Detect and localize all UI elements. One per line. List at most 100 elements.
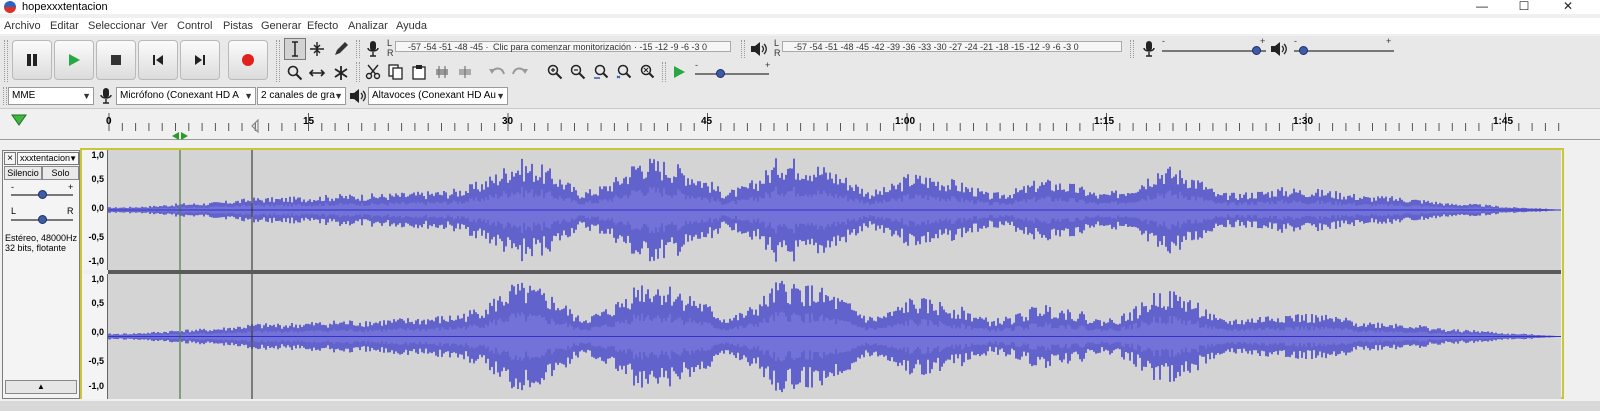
paste-button[interactable] — [408, 61, 430, 83]
record-meter-prompt[interactable]: Clic para comenzar monitorización — [493, 42, 631, 52]
zoom-selection-icon — [594, 64, 609, 79]
timeline-label-0: 0 — [106, 116, 112, 127]
record-meter-left-label: L — [387, 38, 393, 48]
silence-button[interactable] — [454, 61, 476, 83]
pan-slider[interactable] — [11, 214, 73, 226]
cut-button[interactable] — [362, 61, 384, 83]
slider-thumb[interactable] — [716, 69, 725, 78]
record-meter-scale-right: · -15 -12 -9 -6 -3 0 — [634, 42, 708, 52]
track-close-button[interactable]: × — [4, 152, 16, 165]
pencil-icon — [335, 42, 348, 55]
slider-thumb[interactable] — [38, 190, 47, 199]
playback-device-select[interactable]: Altavoces (Conexant HD Au ▼ — [368, 87, 508, 105]
speaker-icon — [751, 42, 767, 56]
skip-start-icon — [153, 55, 163, 65]
amp-label-neg-1: -1,0 — [88, 381, 104, 391]
minimize-button[interactable]: — — [1462, 0, 1502, 14]
solo-button[interactable]: Solo — [42, 166, 79, 180]
record-meter-right-label: R — [387, 48, 394, 58]
menu-efecto[interactable]: Efecto — [307, 20, 338, 32]
fit-selection-button[interactable] — [590, 61, 612, 83]
stop-button[interactable] — [96, 40, 136, 80]
slider-thumb[interactable] — [38, 215, 47, 224]
menu-analizar[interactable]: Analizar — [348, 20, 388, 32]
amplitude-ruler-left-channel[interactable]: 1,0 0,5 0,0 -0,5 -1,0 — [82, 150, 108, 270]
transport-toolbar-grip[interactable] — [4, 40, 8, 82]
waveform-right — [108, 274, 1561, 399]
slider-thumb[interactable] — [1299, 46, 1308, 55]
fit-project-button[interactable] — [613, 61, 635, 83]
gain-slider[interactable] — [11, 189, 73, 201]
time-shift-tool[interactable] — [306, 62, 328, 84]
menu-editar[interactable]: Editar — [50, 20, 79, 32]
envelope-tool[interactable] — [306, 38, 328, 60]
zoom-in-button[interactable] — [544, 61, 566, 83]
magnifier-icon — [287, 65, 303, 81]
track-control-panel[interactable]: × xxxtentacion ▼ Silencio Solo - + L R E… — [2, 150, 80, 399]
selection-tool[interactable] — [284, 38, 306, 60]
play-at-speed-button[interactable] — [668, 61, 690, 83]
waveform-left — [108, 150, 1561, 270]
menu-generar[interactable]: Generar — [261, 20, 301, 32]
play-at-speed-grip[interactable] — [662, 62, 666, 82]
draw-tool[interactable] — [330, 38, 352, 60]
timeline-label-1-45: 1:45 — [1493, 116, 1514, 127]
copy-button[interactable] — [385, 61, 407, 83]
playback-volume-slider[interactable] — [1294, 45, 1394, 57]
timeline-ruler[interactable]: 0 15 30 45 1:00 1:15 1:30 1:45 — [0, 108, 1600, 140]
timeline-label-30: 30 — [502, 116, 514, 127]
slider-thumb[interactable] — [1252, 46, 1261, 55]
record-button[interactable] — [228, 40, 268, 80]
record-meter-button[interactable] — [362, 38, 384, 60]
waveform-channel-right[interactable] — [108, 274, 1561, 399]
tools-toolbar-grip[interactable] — [276, 40, 280, 82]
microphone-icon — [1143, 41, 1155, 57]
menu-ayuda[interactable]: Ayuda — [396, 20, 427, 32]
track-name: xxxtentacion — [20, 153, 71, 163]
speaker-icon — [1271, 42, 1287, 56]
record-meter-grip[interactable] — [356, 40, 360, 58]
zoom-tool[interactable] — [284, 62, 306, 84]
amplitude-ruler-right-channel[interactable]: 1,0 0,5 0,0 -0,5 -1,0 — [82, 274, 108, 399]
zoom-out-button[interactable] — [567, 61, 589, 83]
multi-tool[interactable] — [330, 62, 352, 84]
waveform-channel-left[interactable] — [108, 150, 1561, 270]
silence-icon — [459, 66, 471, 78]
menu-seleccionar[interactable]: Seleccionar — [88, 20, 145, 32]
skip-to-end-button[interactable] — [180, 40, 220, 80]
amp-label-0-5: 0,5 — [91, 174, 104, 184]
maximize-button[interactable]: ☐ — [1504, 0, 1544, 14]
play-button[interactable] — [54, 40, 94, 80]
recording-device-select[interactable]: Micrófono (Conexant HD A ▼ — [116, 87, 256, 105]
menu-ver[interactable]: Ver — [151, 20, 168, 32]
track-format-info: Estéreo, 48000Hz 32 bits, flotante — [5, 233, 77, 253]
mute-button[interactable]: Silencio — [4, 166, 42, 180]
edit-toolbar-grip[interactable] — [356, 62, 360, 82]
playback-volume-icon-wrap — [1268, 38, 1290, 60]
audio-host-select[interactable]: MME ▼ — [8, 87, 94, 105]
play-position-marker-icon — [251, 119, 259, 133]
device-toolbar-grip[interactable] — [3, 87, 7, 105]
trim-button[interactable] — [431, 61, 453, 83]
mixer-toolbar-grip[interactable] — [1130, 40, 1134, 58]
menu-pistas[interactable]: Pistas — [223, 20, 253, 32]
playback-meter-button[interactable] — [748, 38, 770, 60]
record-volume-slider[interactable] — [1162, 45, 1266, 57]
title-bar: hopexxxtentacion — ☐ ✕ — [0, 0, 1600, 14]
menu-archivo[interactable]: Archivo — [4, 20, 41, 32]
track-name-menu[interactable]: xxxtentacion ▼ — [17, 152, 79, 165]
chevron-down-icon: ▼ — [334, 91, 343, 101]
close-window-button[interactable]: ✕ — [1548, 0, 1588, 14]
play-speed-slider[interactable] — [695, 68, 769, 80]
redo-button[interactable] — [509, 61, 531, 83]
pause-button[interactable] — [12, 40, 52, 80]
skip-to-start-button[interactable] — [138, 40, 178, 80]
speaker-icon — [350, 89, 366, 103]
collapse-track-button[interactable]: ▲ — [5, 380, 77, 394]
selection-boundary-handle-icon[interactable] — [172, 132, 188, 141]
playback-meter-grip[interactable] — [741, 40, 745, 58]
zoom-toggle-button[interactable] — [636, 61, 658, 83]
menu-control[interactable]: Control — [177, 20, 212, 32]
undo-button[interactable] — [486, 61, 508, 83]
recording-channels-select[interactable]: 2 canales de gra ▼ — [257, 87, 346, 105]
